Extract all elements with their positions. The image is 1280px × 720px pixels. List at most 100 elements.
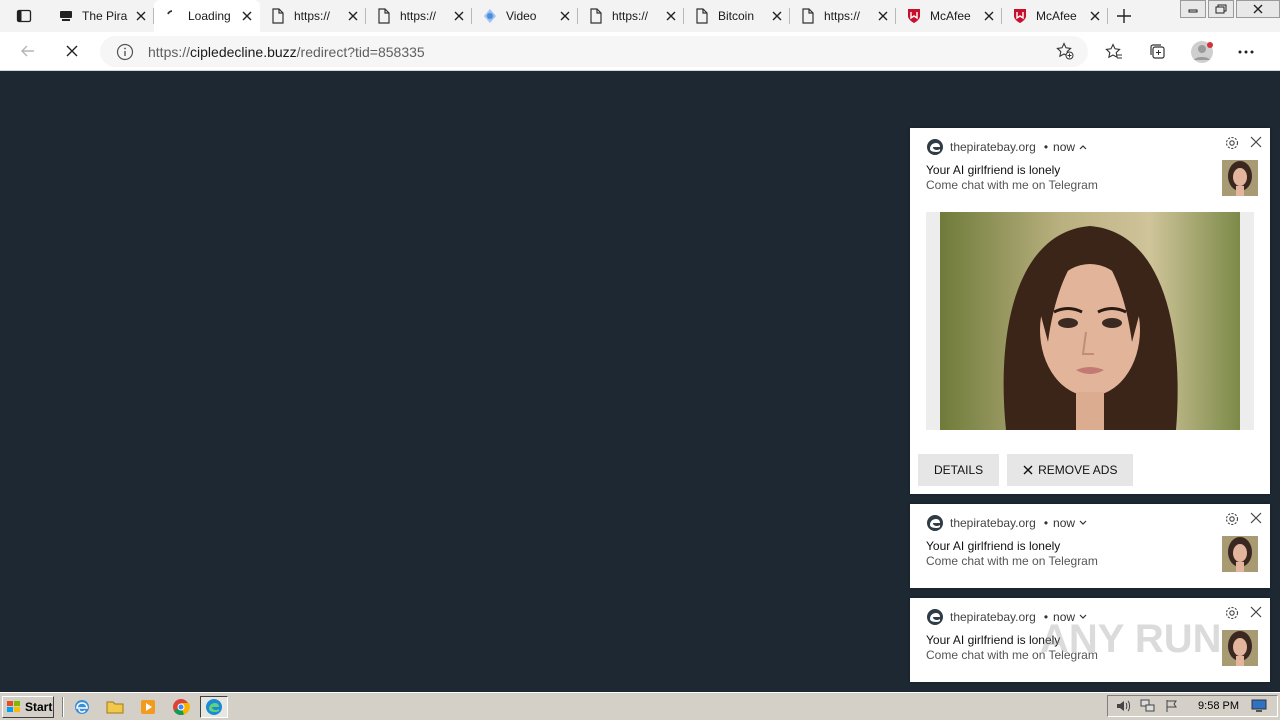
notification-actions: DETAILS REMOVE ADS <box>918 454 1141 486</box>
minimize-icon <box>1188 9 1198 13</box>
network-icon <box>1140 699 1155 712</box>
close-icon[interactable] <box>664 9 678 23</box>
video-icon <box>482 8 498 24</box>
back-button[interactable] <box>10 35 46 67</box>
tab-7[interactable]: https:// <box>790 0 896 32</box>
close-icon[interactable] <box>240 9 254 23</box>
taskbar-separator <box>62 696 64 717</box>
network-tray[interactable] <box>1138 697 1158 715</box>
plus-icon <box>1117 9 1131 23</box>
separator-dot: • <box>1043 140 1049 154</box>
monitor-icon <box>1251 699 1267 712</box>
close-icon[interactable] <box>1088 9 1102 23</box>
browser-toolbar: https://cipledecline.buzz/redirect?tid=8… <box>0 32 1280 71</box>
close-icon <box>1253 4 1263 14</box>
minimize-button[interactable] <box>1180 0 1206 18</box>
profile-avatar-icon <box>1191 40 1213 63</box>
tab-9[interactable]: McAfee <box>1002 0 1108 32</box>
chevron-up-icon[interactable] <box>1079 144 1087 150</box>
tab-label: https:// <box>612 9 649 23</box>
internet-explorer-icon <box>75 699 89 714</box>
page-icon <box>588 8 604 24</box>
window-close-button[interactable] <box>1236 0 1280 18</box>
url-host: cipledecline.buzz <box>190 43 297 60</box>
tab-5[interactable]: https:// <box>578 0 684 32</box>
flag-icon <box>1166 700 1177 712</box>
close-icon[interactable] <box>1250 512 1262 524</box>
edge-icon <box>927 139 943 155</box>
woman-portrait-image <box>940 212 1240 430</box>
tab-label: The Pira <box>82 9 128 23</box>
close-icon[interactable] <box>1250 136 1262 148</box>
collections-icon <box>1150 43 1165 59</box>
toolbar-right <box>1092 36 1268 67</box>
edge-icon <box>927 515 943 531</box>
taskbar-edge[interactable] <box>200 695 228 718</box>
notification-time: now <box>1053 516 1076 530</box>
notification-expanded[interactable]: thepiratebay.org • now Your AI girlfrien… <box>910 128 1270 494</box>
tab-strip: The Pira Loading https:// https:// Video… <box>0 0 1280 32</box>
notification-title: Your AI girlfriend is lonely <box>926 539 1061 553</box>
tab-4[interactable]: Video <box>472 0 578 32</box>
windows-logo-icon <box>7 700 20 712</box>
url-prefix: https:// <box>148 43 191 60</box>
settings-more-button[interactable] <box>1224 36 1268 67</box>
quicklaunch-media[interactable] <box>134 696 162 718</box>
pirate-ship-icon <box>58 8 74 24</box>
close-icon[interactable] <box>770 9 784 23</box>
tab-label: Bitcoin <box>718 9 755 23</box>
gear-icon[interactable] <box>1224 135 1240 151</box>
close-icon[interactable] <box>876 9 890 23</box>
start-button[interactable]: Start <box>2 695 54 718</box>
favorites-button[interactable] <box>1092 36 1136 67</box>
quicklaunch-chrome[interactable] <box>167 696 195 718</box>
media-player-icon <box>141 699 155 714</box>
remove-ads-button[interactable]: REMOVE ADS <box>1007 454 1134 486</box>
profile-thumbnail <box>1222 536 1258 572</box>
info-icon[interactable] <box>116 43 134 61</box>
tab-actions-button[interactable] <box>0 0 48 32</box>
favorites-icon <box>1105 42 1122 58</box>
close-icon[interactable] <box>1250 606 1262 618</box>
notification-collapsed[interactable]: thepiratebay.org • now Your AI girlfrien… <box>910 504 1270 588</box>
taskbar: Start 9:58 PM <box>0 692 1280 720</box>
page-icon <box>270 8 286 24</box>
tab-6[interactable]: Bitcoin <box>684 0 790 32</box>
tab-label: https:// <box>294 9 331 23</box>
notification-site: thepiratebay.org <box>950 610 1036 624</box>
flag-tray[interactable] <box>1162 697 1182 715</box>
close-icon[interactable] <box>558 9 572 23</box>
stop-button[interactable] <box>54 35 90 67</box>
notification-body: Come chat with me on Telegram <box>926 554 1098 568</box>
close-icon[interactable] <box>134 9 148 23</box>
close-icon[interactable] <box>346 9 360 23</box>
new-tab-button[interactable] <box>1108 0 1140 32</box>
tab-label: https:// <box>400 9 437 23</box>
collections-button[interactable] <box>1136 36 1180 67</box>
address-bar[interactable]: https://cipledecline.buzz/redirect?tid=8… <box>100 36 1088 67</box>
profile-thumbnail <box>1222 160 1258 196</box>
edge-icon <box>206 698 222 715</box>
tab-0[interactable]: The Pira <box>48 0 154 32</box>
more-dots-icon <box>1238 50 1254 53</box>
close-icon[interactable] <box>982 9 996 23</box>
tab-8[interactable]: McAfee <box>896 0 1002 32</box>
tab-2[interactable]: https:// <box>260 0 366 32</box>
add-favorite-icon[interactable] <box>1056 42 1074 65</box>
notification-hero-image <box>926 212 1254 430</box>
tab-3[interactable]: https:// <box>366 0 472 32</box>
quicklaunch-explorer[interactable] <box>101 696 129 718</box>
restore-button[interactable] <box>1208 0 1234 18</box>
gear-icon[interactable] <box>1224 511 1240 527</box>
tab-1[interactable]: Loading <box>154 0 260 32</box>
show-desktop-tray[interactable] <box>1249 697 1269 715</box>
page-icon <box>800 8 816 24</box>
system-tray: 9:58 PM <box>1107 695 1278 717</box>
quicklaunch-ie[interactable] <box>68 696 96 718</box>
close-icon[interactable] <box>452 9 466 23</box>
back-arrow-icon <box>21 45 34 57</box>
details-button[interactable]: DETAILS <box>918 454 1000 486</box>
volume-tray[interactable] <box>1114 697 1134 715</box>
profile-button[interactable] <box>1180 36 1224 67</box>
chevron-down-icon[interactable] <box>1079 520 1087 526</box>
